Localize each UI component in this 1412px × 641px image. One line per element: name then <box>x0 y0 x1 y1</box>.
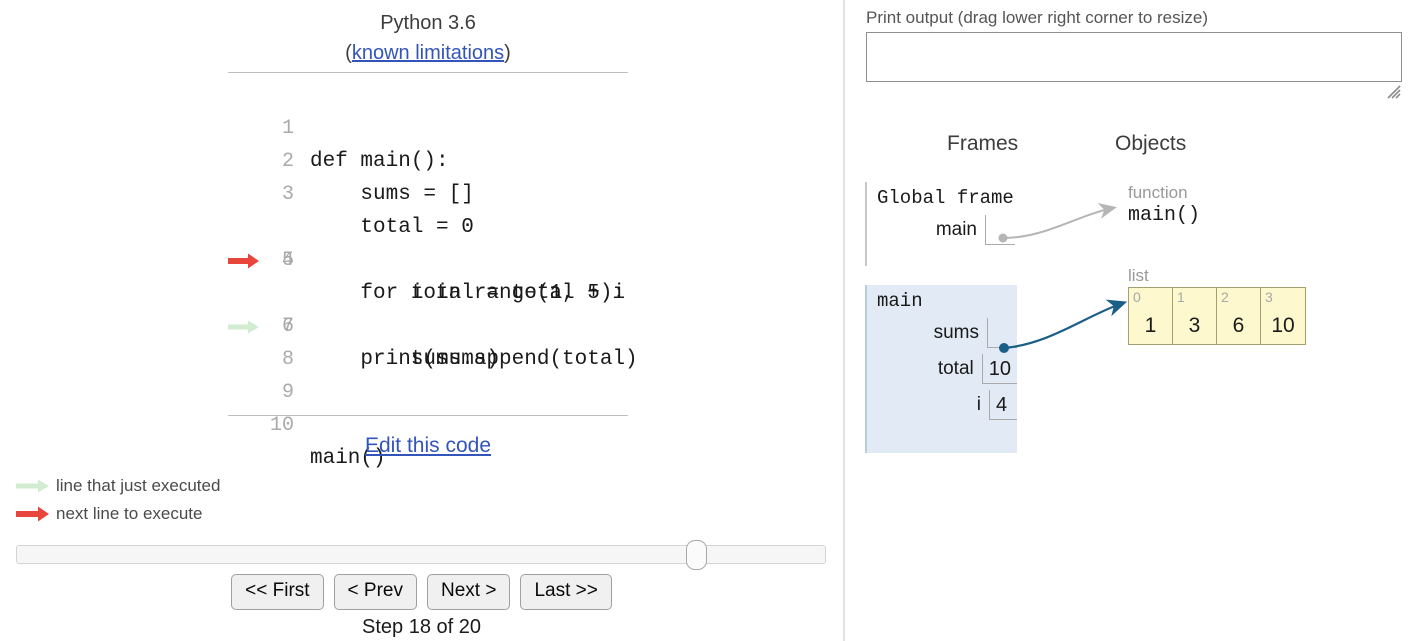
next-button[interactable]: Next > <box>427 574 511 610</box>
function-name-label: main() <box>1128 204 1201 227</box>
resize-grip-icon[interactable] <box>1386 84 1402 100</box>
object-type-label: list <box>1128 266 1149 285</box>
list-index-label: 2 <box>1221 289 1229 305</box>
list-value: 3 <box>1188 314 1201 337</box>
paren-open: ( <box>345 42 352 64</box>
variable-pointer-cell <box>985 215 1015 245</box>
code-line[interactable]: 3 total = 0 <box>228 145 628 239</box>
known-limitations-link[interactable]: known limitations <box>352 42 504 64</box>
python-version-label: Python 3.6 <box>380 12 476 34</box>
next-line-arrow-icon <box>14 506 50 522</box>
known-limitations-line: (known limitations) <box>228 38 628 68</box>
variable-row: total 10 <box>867 354 1017 384</box>
first-button[interactable]: << First <box>231 574 324 610</box>
list-cell: 0 1 <box>1129 288 1173 344</box>
step-counter-label: Step 18 of 20 <box>362 616 481 638</box>
list-value: 1 <box>1144 314 1157 337</box>
list-index-label: 1 <box>1177 289 1185 305</box>
legend-row-next: next line to execute <box>14 500 220 528</box>
navigation-buttons: << First < Prev Next > Last >> <box>0 574 843 610</box>
variable-value-cell: 4 <box>989 390 1017 420</box>
list-cell: 2 6 <box>1217 288 1261 344</box>
objects-header: Objects <box>1115 132 1187 155</box>
variable-row: main <box>867 215 1015 245</box>
variable-value-cell: 10 <box>981 354 1017 384</box>
frame-title: Global frame <box>877 187 1014 209</box>
code-display: 1 def main(): 2 sums = [] 3 total = 0 4 … <box>226 72 638 470</box>
executed-line-arrow-icon <box>226 253 260 334</box>
list-cells: 0 1 1 3 2 6 3 10 <box>1128 287 1306 345</box>
python-version-header: Python 3.6 (known limitations) <box>228 8 628 68</box>
frames-header: Frames <box>947 132 1019 155</box>
code-line[interactable]: 6 sums.append(total) <box>226 244 638 371</box>
variable-pointer-cell <box>987 318 1017 348</box>
executed-line-arrow-icon <box>14 478 50 494</box>
list-cell: 3 10 <box>1261 288 1305 344</box>
arrow-legend: line that just executed next line to exe… <box>14 472 220 528</box>
last-button[interactable]: Last >> <box>520 574 612 610</box>
variable-name: i <box>976 394 981 415</box>
list-value: 10 <box>1271 314 1295 337</box>
code-line[interactable]: 1 def main(): <box>228 79 628 173</box>
prev-button[interactable]: < Prev <box>333 574 417 610</box>
global-main-pointer-arrow <box>998 203 1117 243</box>
list-index-label: 3 <box>1265 289 1273 305</box>
edit-this-code-link[interactable]: Edit this code <box>228 434 628 458</box>
variable-row: sums <box>867 318 1017 348</box>
legend-label-next: next line to execute <box>56 504 203 523</box>
list-value: 6 <box>1232 314 1245 337</box>
code-line[interactable]: 8 <box>228 310 628 371</box>
list-object: list 0 1 1 3 2 6 3 10 <box>1128 266 1306 345</box>
variable-row: i 4 <box>867 390 1017 420</box>
code-line[interactable]: 9 <box>228 343 628 404</box>
code-line[interactable]: 4 for i in range(1, 5): <box>226 178 628 305</box>
print-output-textarea[interactable] <box>866 32 1402 82</box>
code-pane: Python 3.6 (known limitations) 1 def mai… <box>0 0 843 641</box>
code-line[interactable]: 2 sums = [] <box>228 112 628 206</box>
list-cell: 1 3 <box>1173 288 1217 344</box>
code-line[interactable]: 5 total = total + i <box>228 211 628 305</box>
variable-name: total <box>937 358 974 379</box>
legend-row-executed: line that just executed <box>14 472 220 500</box>
paren-close: ) <box>504 42 511 64</box>
variable-name: sums <box>933 322 979 343</box>
main-frame: main sums total 10 i 4 <box>865 285 1017 453</box>
frame-title: main <box>877 290 923 312</box>
print-output-label: Print output (drag lower right corner to… <box>866 8 1209 27</box>
list-index-label: 0 <box>1133 289 1141 305</box>
step-slider-thumb[interactable] <box>686 540 707 570</box>
global-frame: Global frame main <box>865 182 1015 266</box>
code-line[interactable]: 10 main() <box>228 376 628 470</box>
next-line-arrow-icon <box>226 187 260 269</box>
sums-pointer-arrow <box>999 299 1128 353</box>
function-object: function main() <box>1128 183 1200 228</box>
variable-name: main <box>935 219 977 240</box>
visualization-pane: Print output (drag lower right corner to… <box>845 0 1412 641</box>
legend-label-executed: line that just executed <box>56 476 221 495</box>
code-line[interactable]: 7 print(sums) <box>228 277 628 371</box>
object-type-label: function <box>1128 183 1188 202</box>
